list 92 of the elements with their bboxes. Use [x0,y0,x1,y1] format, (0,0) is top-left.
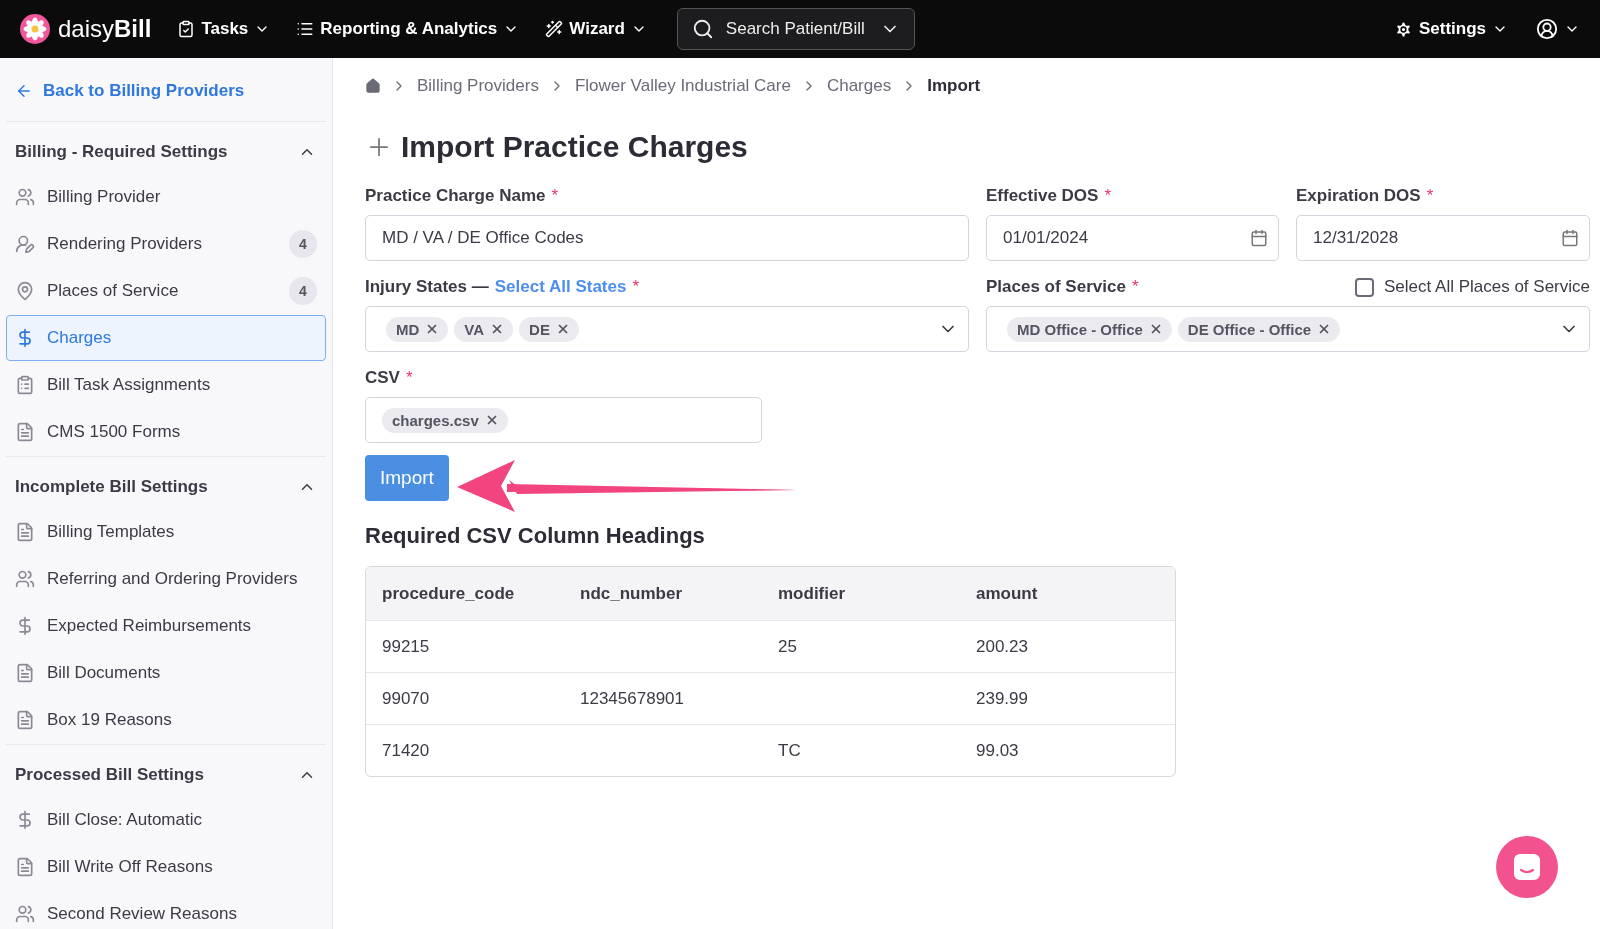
app-logo: daisyBill [58,15,152,43]
document-icon [15,522,35,542]
field-label: Effective DOS [986,186,1099,206]
tag-chip[interactable]: MD [386,316,449,342]
field-label: CSV [365,368,400,388]
nav-menu[interactable]: Reporting & Analytics [296,19,520,39]
tag-chip[interactable]: DE [519,316,579,342]
required-mark: * [1131,277,1139,297]
field-label: Places of Service [986,277,1126,297]
required-mark: * [551,186,559,206]
clipboard-icon [15,375,35,395]
back-link[interactable]: Back to Billing Providers [6,58,326,121]
required-mark: * [1104,186,1112,206]
section-title: Required CSV Column Headings [365,523,706,549]
required-mark: * [632,277,640,297]
clipboard-icon [177,20,196,38]
breadcrumb-link[interactable]: Flower Valley Industrial Care [574,76,791,96]
calendar-icon[interactable] [1561,229,1579,247]
table-cell: 99215 [382,636,430,656]
flower-logo-icon [20,14,50,44]
document-icon [15,857,35,877]
sidebar-item[interactable]: Rendering Providers 4 [6,221,326,267]
section-header[interactable]: Billing - Required Settings [6,121,326,174]
section-header[interactable]: Incomplete Bill Settings [6,456,326,509]
field-label: Expiration DOS [1296,186,1421,206]
count-badge: 4 [289,277,317,305]
calendar-icon[interactable] [1250,229,1268,247]
table-cell: 99.03 [976,740,1019,760]
sidebar-item[interactable]: Referring and Ordering Providers [6,556,326,602]
document-icon [15,663,35,683]
table-cell: 99070 [382,688,430,708]
list-icon [296,20,315,38]
nav-menu[interactable]: Tasks [177,19,271,39]
required-mark: * [1426,186,1434,206]
table-cell: 71420 [382,740,430,760]
required-mark: * [405,368,413,388]
table-cell: 200.23 [976,636,1028,656]
document-icon [15,710,35,730]
wand-icon [545,20,564,38]
document-icon [15,422,35,442]
nav-menu[interactable]: Wizard [545,19,647,39]
count-badge: 4 [289,230,317,258]
breadcrumb-link[interactable]: Import [927,76,981,96]
chat-icon [1512,852,1542,882]
home-icon[interactable] [365,78,381,94]
tag-chip[interactable]: VA [454,316,514,342]
table-cell: 239.99 [976,688,1028,708]
people-icon [15,569,35,589]
checkbox[interactable] [1355,277,1374,297]
multi-select[interactable]: MD Office - Office DE Office - Office [986,306,1590,352]
breadcrumb-link[interactable]: Charges [826,76,892,96]
settings-menu[interactable]: Settings [1393,19,1508,39]
sidebar-item[interactable]: CMS 1500 Forms [6,409,326,455]
people-icon [15,187,35,207]
tag-chip[interactable]: MD Office - Office [1007,316,1172,342]
checkbox-label[interactable]: Select All Places of Service [1384,277,1590,297]
section-header[interactable]: Processed Bill Settings [6,744,326,797]
sidebar-item[interactable]: Box 19 Reasons [6,697,326,743]
sidebar-item[interactable]: Bill Task Assignments [6,362,326,408]
column-header: amount [960,567,1175,620]
field-label: Injury States — [365,277,489,297]
sidebar-item[interactable]: Bill Write Off Reasons [6,844,326,890]
sidebar-item[interactable]: Expected Reimbursements [6,603,326,649]
sidebar-item[interactable]: Billing Templates [6,509,326,555]
table-cell: 12345678901 [580,688,684,708]
person-icon [15,234,35,254]
tag-chip[interactable]: DE Office - Office [1177,316,1341,342]
column-header: modifier [762,567,960,620]
date-field[interactable]: 01/01/2024 [986,215,1279,261]
user-icon [1536,18,1558,40]
column-header: procedure_code [366,567,564,620]
sidebar-item[interactable]: Places of Service 4 [6,268,326,314]
page-title: Import Practice Charges [401,130,748,164]
search-icon [691,18,714,40]
sidebar-item[interactable]: Bill Close: Automatic [6,797,326,843]
people-icon [15,904,35,924]
multi-select[interactable]: MD VA DE [365,306,969,352]
search-field[interactable]: Search Patient/Bill [676,8,915,50]
date-field[interactable]: 12/31/2028 [1296,215,1590,261]
sidebar-item[interactable]: Second Review Reasons [6,891,326,929]
map-pin-icon [15,281,35,301]
field-label: Practice Charge Name [365,186,546,206]
sidebar-item[interactable]: Billing Provider [6,174,326,220]
file-field[interactable]: charges.csv [365,397,762,443]
table-cell: 25 [778,636,797,656]
column-header: ndc_number [564,567,762,620]
input-field[interactable]: MD / VA / DE Office Codes [365,215,969,261]
tag-chip[interactable]: charges.csv [382,407,508,433]
sidebar-item[interactable]: Charges [6,315,326,361]
table-cell: TC [778,740,801,760]
breadcrumb-link[interactable]: Billing Providers [417,76,539,96]
sidebar-item[interactable]: Bill Documents [6,650,326,696]
